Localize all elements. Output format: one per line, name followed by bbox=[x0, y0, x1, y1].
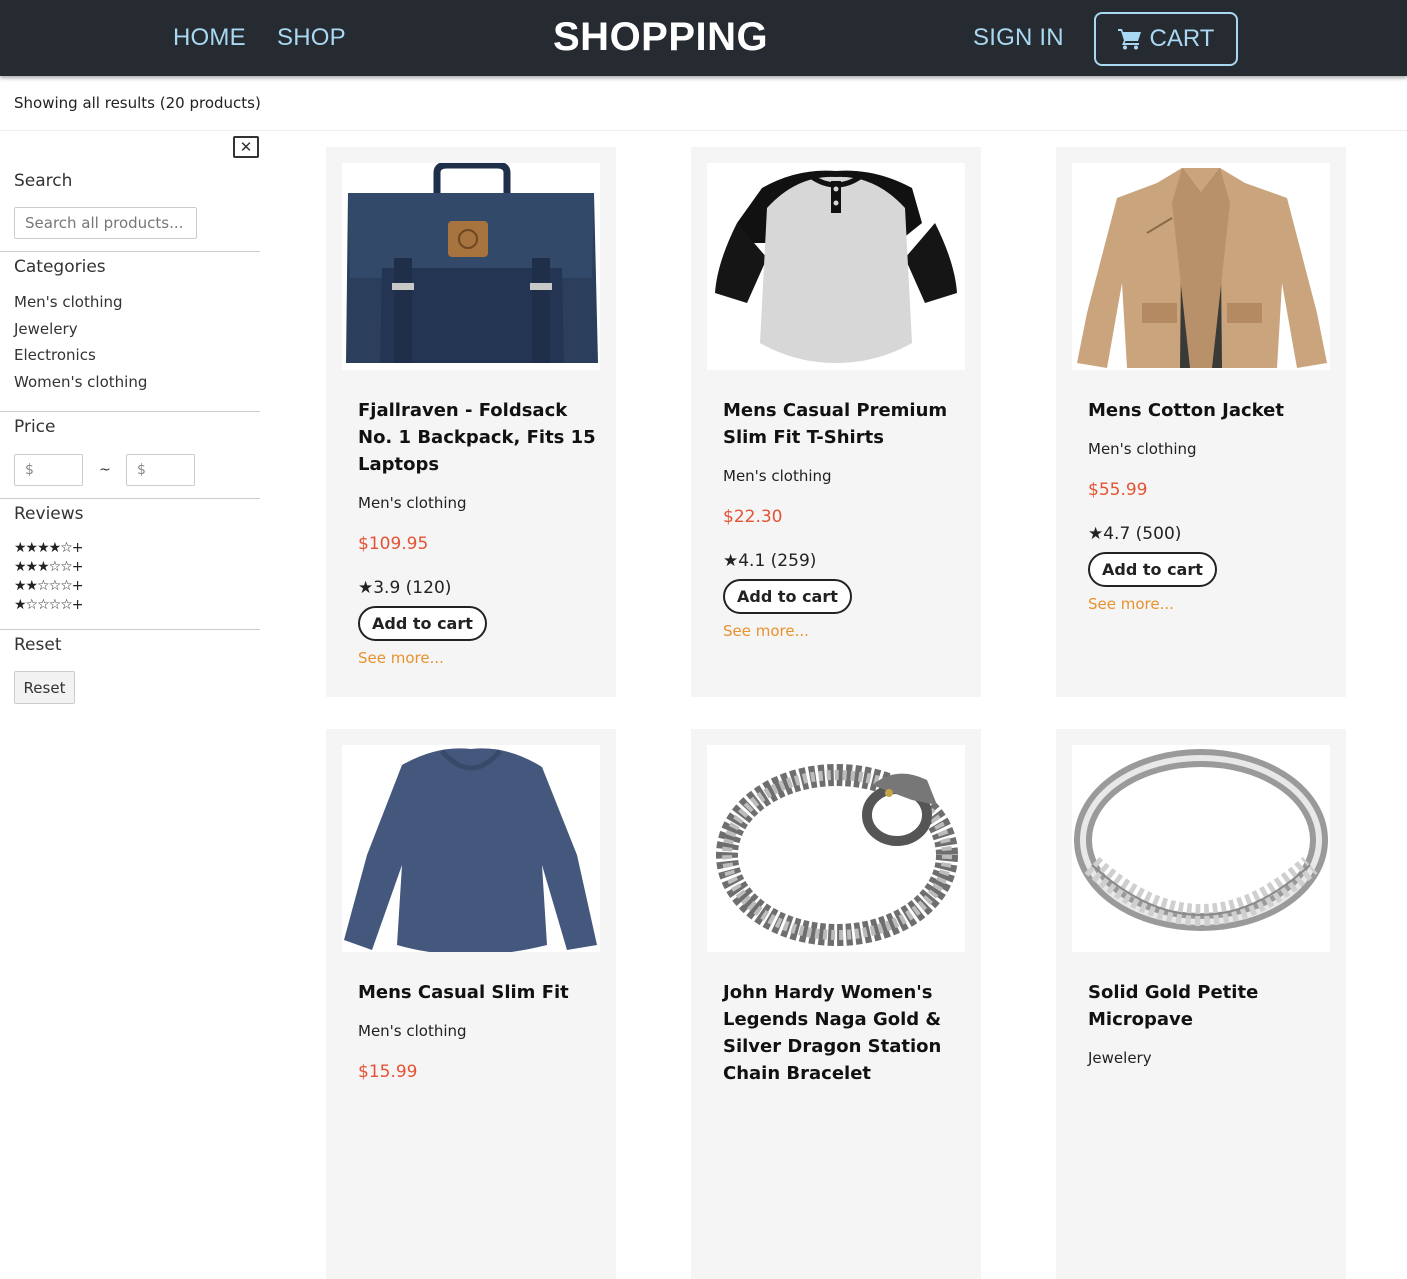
product-title[interactable]: Mens Cotton Jacket bbox=[1088, 397, 1328, 424]
dragon-bracelet-image bbox=[716, 764, 958, 946]
cart-label: CART bbox=[1149, 25, 1215, 52]
nav-home-link[interactable]: HOME bbox=[173, 24, 246, 52]
product-price: $22.30 bbox=[723, 507, 783, 527]
product-title[interactable]: Mens Casual Slim Fit bbox=[358, 979, 598, 1006]
product-card[interactable]: Mens Cotton Jacket Men's clothing $55.99… bbox=[1056, 147, 1346, 697]
product-image[interactable] bbox=[1072, 745, 1330, 952]
category-electronics[interactable]: Electronics bbox=[14, 346, 96, 364]
sign-in-link[interactable]: SIGN IN bbox=[973, 24, 1064, 52]
category-jewelery[interactable]: Jewelery bbox=[14, 320, 78, 338]
price-min-input[interactable] bbox=[14, 454, 83, 486]
see-more-link[interactable]: See more... bbox=[723, 622, 963, 640]
product-card[interactable]: Mens Casual Premium Slim Fit T-Shirts Me… bbox=[691, 147, 981, 697]
product-card[interactable]: Solid Gold Petite Micropave Jewelery bbox=[1056, 729, 1346, 1279]
product-category: Men's clothing bbox=[1088, 440, 1197, 458]
cart-button[interactable]: CART bbox=[1094, 12, 1238, 66]
divider bbox=[0, 411, 260, 412]
product-category: Jewelery bbox=[1088, 1049, 1152, 1067]
price-separator: ~ bbox=[99, 462, 111, 478]
product-card[interactable]: Fjallraven - Foldsack No. 1 Backpack, Fi… bbox=[326, 147, 616, 697]
product-rating: ★3.9 (120) bbox=[358, 578, 452, 598]
product-image[interactable] bbox=[707, 745, 965, 952]
top-navbar: HOME SHOP SHOPPING SIGN IN CART bbox=[0, 0, 1407, 76]
product-body: Mens Casual Premium Slim Fit T-Shirts Me… bbox=[723, 397, 963, 640]
see-more-link[interactable]: See more... bbox=[358, 649, 598, 667]
add-to-cart-button[interactable]: Add to cart bbox=[358, 606, 487, 641]
product-card[interactable]: John Hardy Women's Legends Naga Gold & S… bbox=[691, 729, 981, 1279]
search-input[interactable] bbox=[14, 207, 197, 239]
brand-title[interactable]: SHOPPING bbox=[553, 15, 768, 60]
nav-shop-link[interactable]: SHOP bbox=[277, 24, 346, 52]
product-image[interactable] bbox=[342, 163, 600, 370]
raglan-tshirt-image bbox=[715, 170, 957, 363]
close-icon[interactable]: ✕ bbox=[233, 136, 259, 158]
product-rating: ★4.7 (500) bbox=[1088, 524, 1182, 544]
price-max-input[interactable] bbox=[126, 454, 195, 486]
rating-filter-1[interactable]: ★☆☆☆☆+ bbox=[14, 598, 83, 612]
product-category: Men's clothing bbox=[723, 467, 832, 485]
long-sleeve-shirt-image bbox=[344, 748, 597, 952]
rating-filter-2[interactable]: ★★☆☆☆+ bbox=[14, 579, 83, 593]
product-price: $55.99 bbox=[1088, 480, 1148, 500]
product-price: $109.95 bbox=[358, 534, 429, 554]
product-category: Men's clothing bbox=[358, 1022, 467, 1040]
rating-filter-3[interactable]: ★★★☆☆+ bbox=[14, 560, 83, 574]
product-body: John Hardy Women's Legends Naga Gold & S… bbox=[723, 979, 963, 1087]
category-mens-clothing[interactable]: Men's clothing bbox=[14, 293, 123, 311]
product-title[interactable]: Mens Casual Premium Slim Fit T-Shirts bbox=[723, 397, 963, 451]
product-body: Mens Casual Slim Fit Men's clothing $15.… bbox=[358, 979, 598, 1082]
product-title[interactable]: Fjallraven - Foldsack No. 1 Backpack, Fi… bbox=[358, 397, 598, 478]
product-image[interactable] bbox=[707, 163, 965, 370]
divider bbox=[0, 629, 260, 630]
product-body: Fjallraven - Foldsack No. 1 Backpack, Fi… bbox=[358, 397, 598, 667]
product-card[interactable]: Mens Casual Slim Fit Men's clothing $15.… bbox=[326, 729, 616, 1279]
product-title[interactable]: Solid Gold Petite Micropave bbox=[1088, 979, 1328, 1033]
search-section-title: Search bbox=[14, 171, 73, 191]
backpack-image bbox=[346, 163, 598, 363]
product-body: Solid Gold Petite Micropave Jewelery bbox=[1088, 979, 1328, 1067]
ring-image bbox=[1074, 749, 1328, 931]
product-image[interactable] bbox=[342, 745, 600, 952]
reset-button[interactable]: Reset bbox=[14, 671, 75, 704]
product-title[interactable]: John Hardy Women's Legends Naga Gold & S… bbox=[723, 979, 963, 1087]
see-more-link[interactable]: See more... bbox=[1088, 595, 1328, 613]
add-to-cart-button[interactable]: Add to cart bbox=[1088, 552, 1217, 587]
results-count: Showing all results (20 products) bbox=[14, 94, 261, 112]
category-womens-clothing[interactable]: Women's clothing bbox=[14, 373, 147, 391]
add-to-cart-button[interactable]: Add to cart bbox=[723, 579, 852, 614]
divider bbox=[0, 498, 260, 499]
product-body: Mens Cotton Jacket Men's clothing $55.99… bbox=[1088, 397, 1328, 613]
cart-icon bbox=[1117, 29, 1141, 50]
divider bbox=[0, 251, 260, 252]
price-section-title: Price bbox=[14, 417, 56, 437]
rating-filter-4[interactable]: ★★★★☆+ bbox=[14, 541, 83, 555]
product-price: $15.99 bbox=[358, 1062, 418, 1082]
results-bar: Showing all results (20 products) bbox=[0, 78, 1407, 131]
categories-section-title: Categories bbox=[14, 257, 106, 277]
jacket-image bbox=[1077, 168, 1327, 368]
product-category: Men's clothing bbox=[358, 494, 467, 512]
product-image[interactable] bbox=[1072, 163, 1330, 370]
reset-section-title: Reset bbox=[14, 635, 62, 655]
product-rating: ★4.1 (259) bbox=[723, 551, 817, 571]
reviews-section-title: Reviews bbox=[14, 504, 84, 524]
